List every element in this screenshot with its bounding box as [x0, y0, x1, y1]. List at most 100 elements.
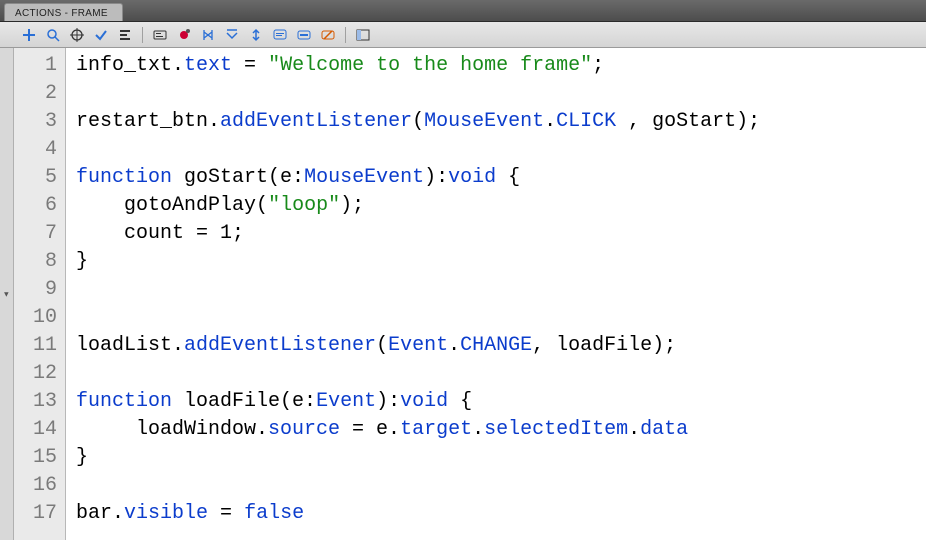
code-line[interactable]: }: [76, 248, 926, 276]
code-token: "Welcome to the home frame": [268, 54, 592, 77]
code-token: =: [208, 502, 244, 525]
code-token: target: [400, 418, 472, 441]
code-line[interactable]: [76, 360, 926, 388]
code-token: , goStart);: [616, 110, 760, 133]
code-token: function: [76, 390, 172, 413]
code-token: data: [640, 418, 688, 441]
code-token: restart_btn: [76, 110, 208, 133]
debug-options-icon[interactable]: [175, 26, 193, 44]
code-token: source: [268, 418, 340, 441]
code-line[interactable]: bar.visible = false: [76, 500, 926, 528]
code-token: .: [472, 418, 484, 441]
toolbar-separator: [345, 27, 346, 43]
line-number: 4: [14, 136, 57, 164]
code-line[interactable]: loadList.addEventListener(Event.CHANGE, …: [76, 332, 926, 360]
line-number: 9: [14, 276, 57, 304]
panel-title-bar: ACTIONS - FRAME: [0, 0, 926, 22]
code-line[interactable]: [76, 472, 926, 500]
code-token: ):: [376, 390, 400, 413]
code-line[interactable]: [76, 304, 926, 332]
code-token: (: [376, 334, 388, 357]
code-token: loadWindow.: [76, 418, 268, 441]
code-token: count = 1;: [76, 222, 244, 245]
target-icon[interactable]: [68, 26, 86, 44]
line-number: 6: [14, 192, 57, 220]
code-token: CHANGE: [460, 334, 532, 357]
code-line[interactable]: info_txt.text = "Welcome to the home fra…: [76, 52, 926, 80]
code-token: .: [628, 418, 640, 441]
auto-format-icon[interactable]: [116, 26, 134, 44]
expand-all-icon[interactable]: [247, 26, 265, 44]
code-line[interactable]: [76, 136, 926, 164]
code-token: void: [448, 166, 496, 189]
code-token: [172, 390, 184, 413]
add-script-icon[interactable]: [20, 26, 38, 44]
code-token: .: [172, 54, 184, 77]
uncomment-icon[interactable]: [319, 26, 337, 44]
code-token: .: [208, 110, 220, 133]
line-number: 5: [14, 164, 57, 192]
code-token: .: [448, 334, 460, 357]
code-token: );: [340, 194, 364, 217]
panel-collapse-gutter[interactable]: ▸: [0, 48, 14, 540]
line-number: 2: [14, 80, 57, 108]
code-token: addEventListener: [220, 110, 412, 133]
code-line[interactable]: count = 1;: [76, 220, 926, 248]
line-number: 13: [14, 388, 57, 416]
line-number: 7: [14, 220, 57, 248]
line-number: 12: [14, 360, 57, 388]
code-token: .: [112, 502, 124, 525]
code-token: CLICK: [556, 110, 616, 133]
actions-panel: ACTIONS - FRAME: [0, 0, 926, 540]
code-token: .: [544, 110, 556, 133]
check-syntax-icon[interactable]: [92, 26, 110, 44]
code-token: MouseEvent: [424, 110, 544, 133]
comment-block-icon[interactable]: [271, 26, 289, 44]
code-line[interactable]: gotoAndPlay("loop");: [76, 192, 926, 220]
line-number: 17: [14, 500, 57, 528]
code-token: = e.: [340, 418, 400, 441]
code-token: function: [76, 166, 172, 189]
panel-tab[interactable]: ACTIONS - FRAME: [4, 3, 123, 21]
line-number: 11: [14, 332, 57, 360]
code-token: info_txt: [76, 54, 172, 77]
find-icon[interactable]: [44, 26, 62, 44]
code-token: "loop": [268, 194, 340, 217]
code-token: {: [448, 390, 472, 413]
code-token: gotoAndPlay: [124, 194, 256, 217]
code-token: ;: [592, 54, 604, 77]
code-token: loadFile: [184, 390, 280, 413]
code-token: visible: [124, 502, 208, 525]
code-token: void: [400, 390, 448, 413]
show-hide-toolbox-icon[interactable]: [354, 26, 372, 44]
code-token: loadList: [76, 334, 172, 357]
code-line[interactable]: loadWindow.source = e.target.selectedIte…: [76, 416, 926, 444]
code-line[interactable]: [76, 276, 926, 304]
code-content[interactable]: info_txt.text = "Welcome to the home fra…: [66, 48, 926, 540]
code-token: {: [496, 166, 520, 189]
code-token: (: [256, 194, 268, 217]
collapse-selection-icon[interactable]: [223, 26, 241, 44]
code-token: Event: [388, 334, 448, 357]
toolbar-separator: [142, 27, 143, 43]
code-line[interactable]: [76, 80, 926, 108]
code-line[interactable]: }: [76, 444, 926, 472]
code-token: (e:: [280, 390, 316, 413]
code-token: MouseEvent: [304, 166, 424, 189]
code-token: .: [172, 334, 184, 357]
code-line[interactable]: function goStart(e:MouseEvent):void {: [76, 164, 926, 192]
line-number-gutter: 1234567891011121314151617: [14, 48, 66, 540]
code-token: }: [76, 250, 88, 273]
code-token: goStart: [184, 166, 268, 189]
code-token: }: [76, 446, 88, 469]
code-token: ):: [424, 166, 448, 189]
code-token: [172, 166, 184, 189]
comment-line-icon[interactable]: [295, 26, 313, 44]
collapse-between-icon[interactable]: [199, 26, 217, 44]
code-token: addEventListener: [184, 334, 376, 357]
code-editor[interactable]: ▸ 1234567891011121314151617 info_txt.tex…: [0, 48, 926, 540]
code-hint-icon[interactable]: [151, 26, 169, 44]
panel-title-label: ACTIONS - FRAME: [15, 8, 108, 19]
code-line[interactable]: restart_btn.addEventListener(MouseEvent.…: [76, 108, 926, 136]
code-line[interactable]: function loadFile(e:Event):void {: [76, 388, 926, 416]
